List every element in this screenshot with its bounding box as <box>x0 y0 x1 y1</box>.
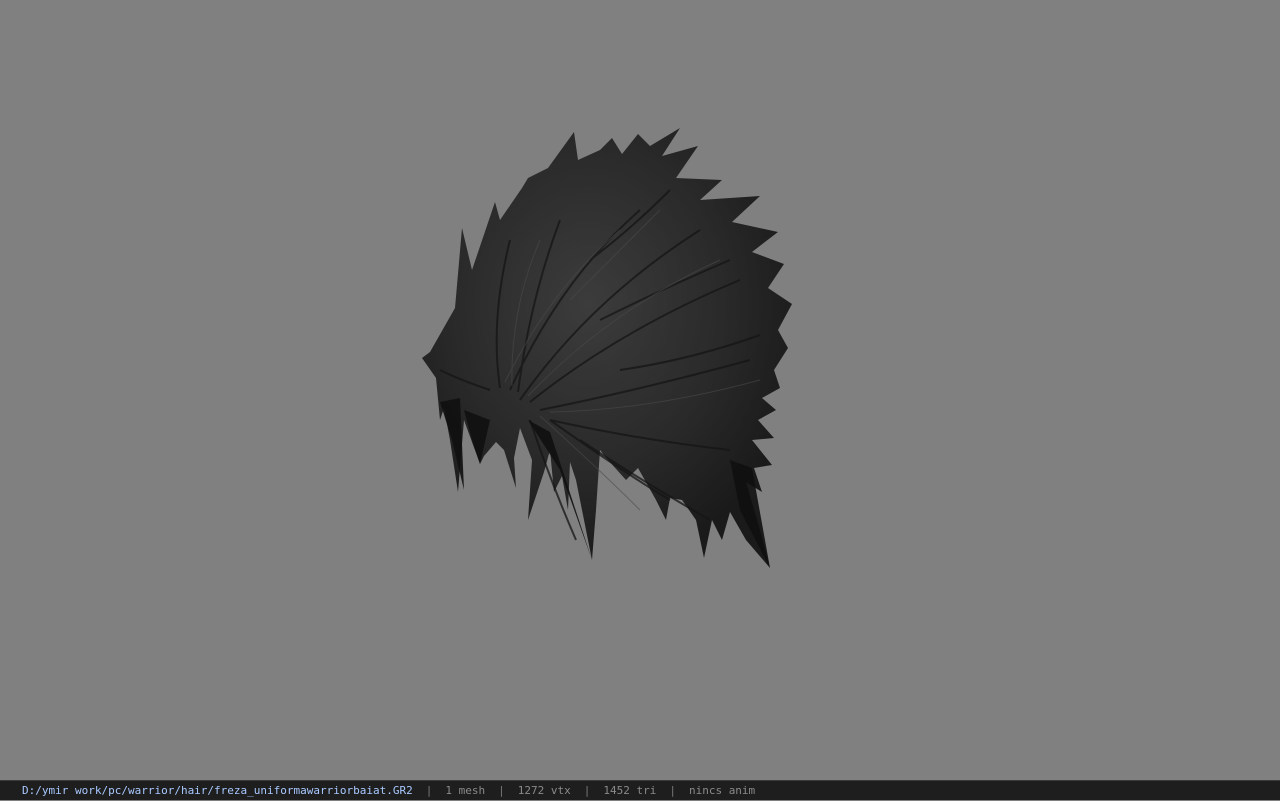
separator: | <box>498 783 505 797</box>
animation-status: nincs anim <box>688 783 756 797</box>
status-bar: D:/ymir work/pc/warrior/hair/freza_unifo… <box>0 780 1280 800</box>
vertex-count: 1272 vtx <box>517 783 571 797</box>
separator: | <box>669 783 676 797</box>
separator: | <box>583 783 591 797</box>
separator: | <box>425 783 433 797</box>
mesh-count: 1 mesh <box>445 783 486 797</box>
file-path: D:/ymir work/pc/warrior/hair/freza_unifo… <box>22 783 413 797</box>
3d-viewport[interactable] <box>0 0 1280 780</box>
triangle-count: 1452 tri <box>603 783 657 797</box>
hair-mesh-model <box>422 128 792 568</box>
